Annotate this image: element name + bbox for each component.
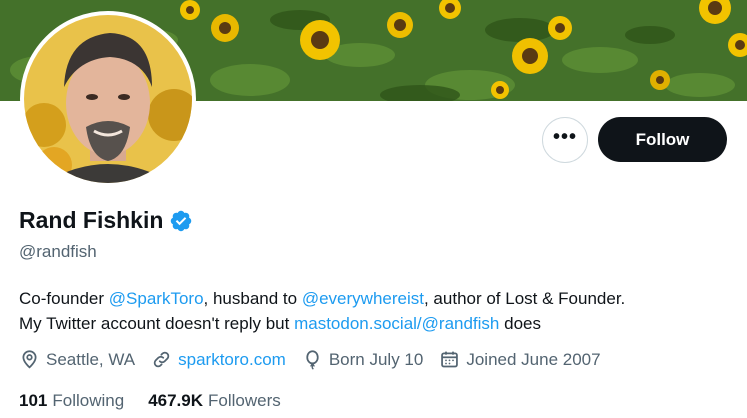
followers-count: 467.9K	[148, 391, 204, 410]
balloon-icon	[306, 350, 319, 370]
website-link[interactable]: sparktoro.com	[178, 350, 286, 370]
bio-text: does	[499, 314, 541, 333]
handle: @randfish	[19, 242, 97, 261]
name-row: Rand Fishkin	[19, 207, 193, 234]
followers-label: Followers	[208, 391, 281, 410]
website-item[interactable]: sparktoro.com	[151, 349, 286, 370]
profile-meta: Seattle, WA sparktoro.com Born July 10 J…	[19, 349, 617, 370]
follow-button[interactable]: Follow	[598, 117, 727, 162]
joined-text: Joined June 2007	[466, 349, 601, 369]
joined-item: Joined June 2007	[439, 349, 601, 370]
calendar-icon	[441, 351, 459, 368]
location-item: Seattle, WA	[19, 349, 135, 370]
bio-text: Co-founder	[19, 289, 109, 308]
birthday-text: Born July 10	[328, 349, 424, 369]
mastodon-link[interactable]: mastodon.social/@randfish	[294, 314, 499, 333]
profile-header: ••• Follow Rand Fishkin @randfish Co-fou…	[0, 0, 747, 418]
bio-text: , author of Lost & Founder.	[423, 289, 626, 308]
mention-link-everywhereist[interactable]: @everywhereist	[302, 289, 424, 308]
follow-button-label: Follow	[635, 129, 690, 149]
location-text: Seattle, WA	[46, 349, 136, 369]
link-icon	[153, 351, 170, 368]
mention-link-sparktoro[interactable]: @SparkToro	[109, 289, 204, 308]
following-label: Following	[52, 391, 125, 410]
bio-text: , husband to	[203, 289, 302, 308]
follow-counts: 101 Following 467.9K Followers	[19, 391, 305, 411]
more-options-button[interactable]: •••	[542, 117, 588, 163]
location-pin-icon	[22, 350, 37, 369]
followers-count-link[interactable]: 467.9K Followers	[148, 391, 281, 411]
avatar-photo	[24, 15, 192, 183]
avatar[interactable]	[20, 11, 196, 187]
following-count: 101	[19, 391, 48, 410]
bio-text: My Twitter account doesn't reply but	[19, 314, 295, 333]
bio: Co-founder @SparkToro, husband to @every…	[19, 286, 729, 336]
display-name: Rand Fishkin	[19, 207, 164, 233]
more-horizontal-icon: •••	[552, 126, 577, 148]
verified-badge-icon[interactable]	[169, 209, 193, 233]
birthday-item: Born July 10	[302, 349, 424, 370]
following-count-link[interactable]: 101 Following	[19, 391, 124, 411]
